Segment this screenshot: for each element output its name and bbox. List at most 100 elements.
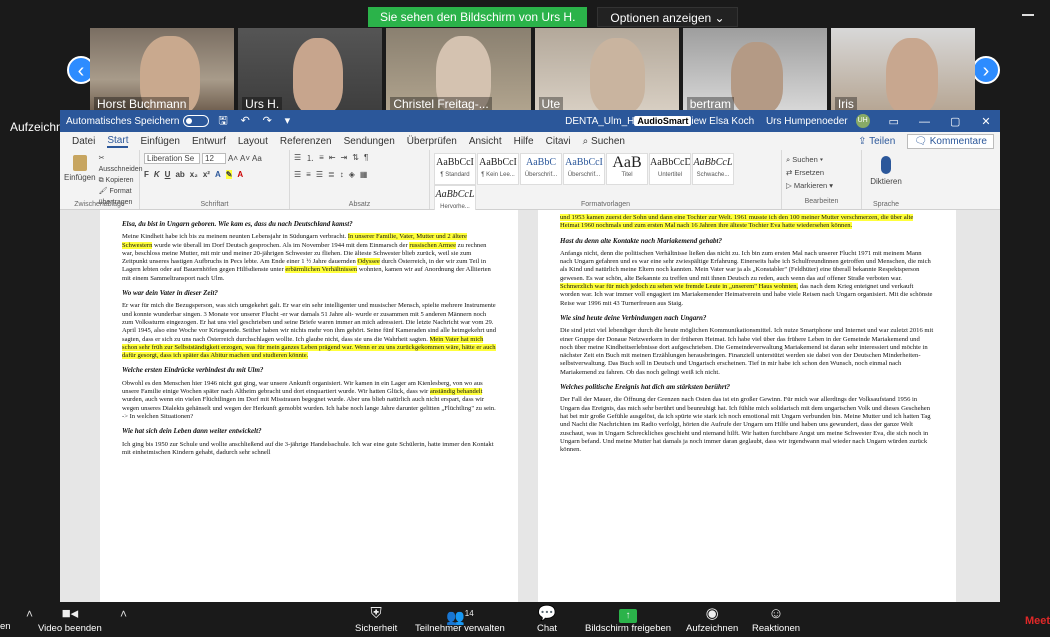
bullets-icon[interactable]: ☰ — [294, 153, 301, 164]
borders-icon[interactable]: ▦ — [360, 170, 368, 179]
select-button[interactable]: ▷ Markieren ▾ — [786, 179, 857, 192]
justify-icon[interactable]: ≣ — [328, 170, 335, 179]
video-options-icon[interactable]: ˄ — [120, 607, 127, 621]
tab-hilfe[interactable]: Hilfe — [514, 136, 534, 147]
stop-video-button[interactable]: ■◂ Video beenden — [38, 605, 102, 634]
search-icon: ⌕ — [582, 135, 589, 147]
style-item[interactable]: AaBbC Überschrif... — [520, 153, 562, 185]
participant-tile[interactable]: bertram — [682, 28, 827, 114]
search-box[interactable]: ⌕ Suchen — [583, 136, 625, 147]
underline-icon[interactable]: U — [165, 170, 171, 179]
autosave-toggle[interactable] — [183, 115, 210, 127]
maximize-icon[interactable]: ▢ — [941, 115, 969, 128]
pilcrow-icon[interactable]: ¶ — [364, 153, 368, 164]
style-name: Überschrif... — [524, 172, 558, 178]
participants-button[interactable]: 👥14 Teilnehmer verwalten — [415, 605, 505, 634]
document-page-left[interactable]: Elsa, du bist in Ungarn geboren. Wie kam… — [100, 210, 518, 602]
style-item[interactable]: AaBbCcI ¶ Kein Lee... — [477, 153, 519, 185]
line-spacing-icon[interactable]: ↕ — [340, 170, 344, 179]
font-color-icon[interactable]: A — [237, 170, 243, 179]
minimize-icon[interactable]: — — [910, 116, 938, 128]
align-right-icon[interactable]: ☰ — [316, 170, 323, 179]
align-center-icon[interactable]: ≡ — [306, 170, 311, 179]
save-icon[interactable]: 🖫 — [218, 115, 227, 127]
customize-icon[interactable]: ▾ — [285, 115, 291, 127]
change-case-icon[interactable]: Aa — [252, 154, 262, 163]
copy-button[interactable]: ⧉ Kopieren — [99, 175, 143, 186]
participant-video — [730, 42, 783, 114]
end-meeting-button[interactable]: Meet — [1025, 615, 1050, 627]
participant-tile[interactable]: Horst Buchmann — [90, 28, 235, 114]
italic-icon[interactable]: K — [154, 170, 160, 179]
tab-ueberpruefen[interactable]: Überprüfen — [407, 136, 457, 147]
tab-citavi[interactable]: Citavi — [546, 136, 571, 147]
style-item[interactable]: AaB Titel — [606, 153, 648, 185]
participant-tile[interactable]: Urs H. — [238, 28, 383, 114]
style-name: ¶ Kein Lee... — [481, 172, 515, 178]
bold-icon[interactable]: F — [144, 170, 149, 179]
shading-icon[interactable]: ◈ — [349, 170, 355, 179]
tab-entwurf[interactable]: Entwurf — [192, 136, 226, 147]
document-page-right[interactable]: und 1953 kamen zuerst der Sohn und dann … — [538, 210, 956, 602]
participants-count: 14 — [464, 609, 474, 618]
tab-referenzen[interactable]: Referenzen — [280, 136, 332, 147]
participant-tile[interactable]: Iris — [830, 28, 976, 114]
security-button[interactable]: ⛨ Sicherheit — [355, 605, 397, 634]
font-size-select[interactable]: 12 — [202, 153, 226, 164]
strikethrough-icon[interactable]: ab — [175, 170, 184, 179]
text-effects-icon[interactable]: A — [215, 170, 221, 179]
superscript-icon[interactable]: x² — [203, 170, 210, 179]
share-button[interactable]: ⇪ Teilen — [852, 135, 901, 148]
style-item[interactable]: AaBbCcL Schwache... — [692, 153, 734, 185]
indent-decrease-icon[interactable]: ⇤ — [329, 153, 336, 164]
dictate-button[interactable]: Diktieren — [866, 156, 906, 186]
shield-icon: ⛨ — [370, 605, 382, 622]
avatar[interactable]: UH — [855, 114, 870, 128]
replace-button[interactable]: ⇄ Ersetzen — [786, 166, 857, 179]
paste-button[interactable]: Einfügen — [64, 153, 96, 208]
tab-layout[interactable]: Layout — [238, 136, 268, 147]
tab-datei[interactable]: Datei — [72, 136, 95, 147]
reactions-button[interactable]: ☺ Reaktionen — [752, 605, 800, 634]
gallery-next-icon[interactable]: › — [972, 56, 1000, 84]
comments-button[interactable]: 🗨 Kommentare — [907, 133, 994, 149]
undo-icon[interactable]: ↶ — [241, 115, 250, 127]
audio-options-icon[interactable]: ˄ — [26, 607, 33, 621]
style-preview: AaBbCcI — [479, 157, 517, 168]
participant-tile[interactable]: Ute — [534, 28, 679, 114]
subscript-icon[interactable]: x₂ — [190, 170, 198, 179]
share-screen-button[interactable]: ↑ Bildschirm freigeben — [585, 605, 671, 634]
style-item[interactable]: AaBbCcI Überschrif... — [563, 153, 605, 185]
chat-button[interactable]: 💬 Chat — [537, 605, 557, 634]
style-item[interactable]: AaBbCcI ¶ Standard — [434, 153, 476, 185]
participant-tile[interactable]: Christel Freitag-... — [386, 28, 531, 114]
multilevel-icon[interactable]: ≡ — [319, 153, 324, 164]
shrink-font-icon[interactable]: A˅ — [240, 154, 250, 163]
align-left-icon[interactable]: ☰ — [294, 170, 301, 179]
record-button[interactable]: ◉ Aufzeichnen — [686, 605, 738, 634]
cut-button[interactable]: ✂ Ausschneiden — [99, 153, 143, 175]
tab-einfuegen[interactable]: Einfügen — [140, 136, 179, 147]
redo-icon[interactable]: ↷ — [263, 115, 272, 127]
tab-start[interactable]: Start — [107, 135, 129, 148]
numbering-icon[interactable]: ⒈ — [306, 153, 314, 164]
search-button[interactable]: ⌕ Suchen ▾ — [786, 153, 857, 166]
tab-ansicht[interactable]: Ansicht — [469, 136, 502, 147]
ribbon: Einfügen ✂ Ausschneiden ⧉ Kopieren 🖌 For… — [60, 150, 1000, 217]
ribbon-options-icon[interactable]: ▭ — [880, 115, 908, 128]
user-name[interactable]: Urs Humpenoeder — [766, 116, 848, 127]
highlight-icon[interactable]: ✎ — [225, 170, 233, 179]
paragraph-group: ☰ ⒈ ≡ ⇤ ⇥ ⇅ ¶ ☰ ≡ ☰ ≣ ↕ ◈ ▦ Absatz — [290, 150, 430, 209]
style-item[interactable]: AaBbCcDd Untertitel — [649, 153, 691, 185]
group-label: Bearbeiten — [804, 198, 839, 205]
view-options-button[interactable]: Optionen anzeigen ⌄ — [597, 7, 738, 27]
minimize-icon[interactable] — [1022, 14, 1034, 16]
font-name-select[interactable]: Liberation Se — [144, 153, 200, 164]
doc-heading: Elsa, du bist in Ungarn geboren. Wie kam… — [122, 220, 353, 228]
indent-increase-icon[interactable]: ⇥ — [341, 153, 348, 164]
tab-sendungen[interactable]: Sendungen — [344, 136, 395, 147]
sort-icon[interactable]: ⇅ — [352, 153, 359, 164]
grow-font-icon[interactable]: A˄ — [228, 154, 238, 163]
doc-heading: Wie sind heute deine Verbindungen nach U… — [560, 313, 707, 322]
close-icon[interactable]: ✕ — [972, 115, 1000, 128]
